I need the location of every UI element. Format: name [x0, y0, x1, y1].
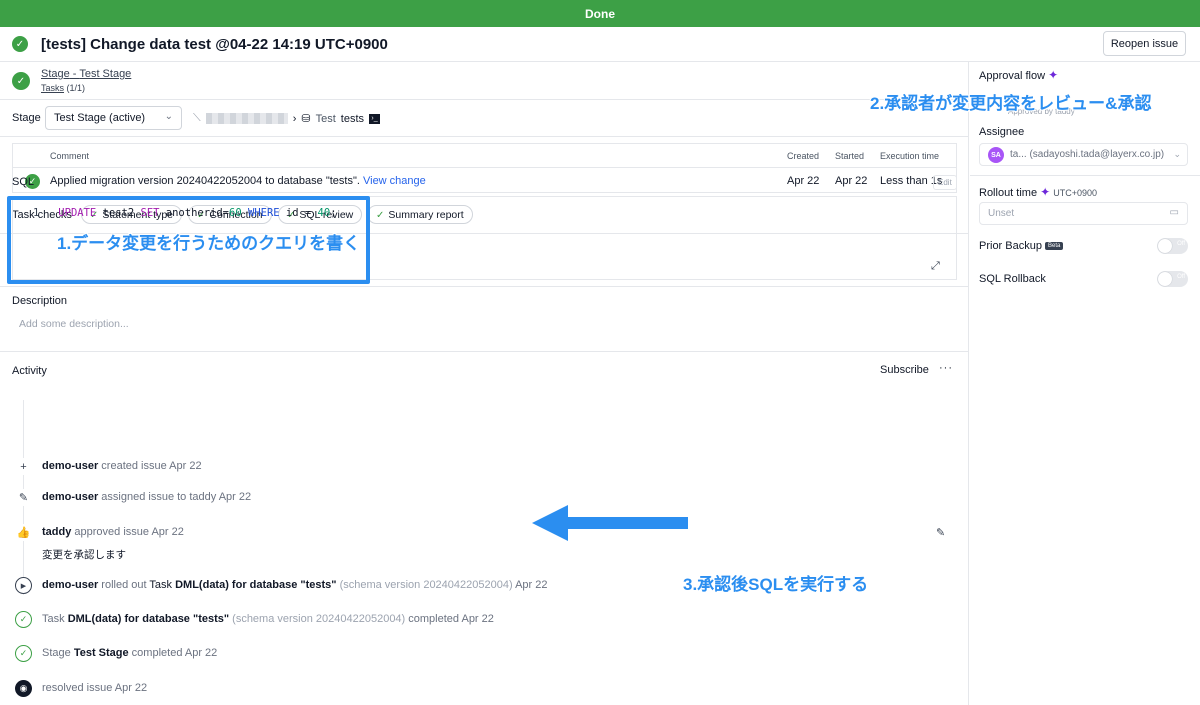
- sql-rollback-toggle[interactable]: Off: [1157, 271, 1188, 287]
- success-check-icon: ✓: [15, 611, 32, 628]
- database-icon: ⛁: [301, 113, 311, 125]
- prior-backup-toggle[interactable]: Off: [1157, 238, 1188, 254]
- chevron-down-icon: ⌄: [1173, 149, 1181, 159]
- avatar: SA: [988, 147, 1004, 163]
- rollout-time-input[interactable]: Unset ▭: [979, 202, 1188, 225]
- sparkle-icon: ✦: [1048, 68, 1059, 82]
- task-run-table: Comment Created Started Execution time ✓…: [12, 143, 957, 193]
- stage-select[interactable]: Test Stage (active) ⌄: [45, 106, 182, 130]
- activity-item: Stage Test Stage completed Apr 22: [42, 647, 218, 659]
- annotation-step2: 2.承認者が変更内容をレビュー&承認: [870, 94, 1152, 113]
- col-execution-time: Execution time: [880, 151, 940, 161]
- stage-label: Stage: [12, 112, 41, 124]
- description-input[interactable]: Add some description...: [19, 318, 129, 330]
- divider: [13, 167, 956, 168]
- sparkle-icon: ✦: [1040, 185, 1051, 199]
- thumbs-up-icon: 👍: [15, 524, 32, 541]
- divider: [970, 175, 1200, 176]
- edit-comment-icon[interactable]: ✎: [936, 526, 945, 539]
- status-banner: Done: [0, 0, 1200, 27]
- reopen-issue-button[interactable]: Reopen issue: [1103, 31, 1186, 56]
- rollout-time-label: Rollout time ✦ UTC+0900: [979, 185, 1098, 199]
- env-name: Test: [315, 112, 336, 125]
- bot-avatar-icon: ◉: [15, 680, 32, 697]
- sidebar: Approval flow ✦ Approved by taddy Assign…: [970, 62, 1200, 705]
- pencil-icon: ✎: [15, 489, 32, 506]
- tasks-link[interactable]: Tasks (1/1): [41, 83, 85, 93]
- col-comment: Comment: [50, 151, 90, 161]
- annotation-step3: 3.承認後SQLを実行する: [683, 575, 869, 594]
- plus-icon: +: [15, 458, 32, 475]
- assignee-select[interactable]: SA ta... (sadayoshi.tada@layerx.co.jp) ⌄: [979, 143, 1188, 166]
- database-name[interactable]: tests: [341, 113, 364, 125]
- stage-bar: ✓ Stage - Test Stage Tasks (1/1): [0, 62, 969, 100]
- run-comment: Applied migration version 20240422052004…: [50, 175, 426, 187]
- success-check-icon: ✓: [15, 645, 32, 662]
- done-check-icon: ✓: [12, 36, 28, 52]
- terminal-icon[interactable]: ›_: [369, 113, 381, 124]
- redacted-instance: [205, 113, 288, 124]
- branch-icon: ⟍: [193, 112, 201, 124]
- subscribe-button[interactable]: Subscribe: [880, 364, 929, 376]
- main-panel: ✓ Stage - Test Stage Tasks (1/1) Stage T…: [0, 62, 969, 705]
- assignee-label: Assignee: [979, 126, 1025, 138]
- stage-selector-row: Stage Test Stage (active) ⌄ ⟍ › ⛁ Test t…: [0, 101, 969, 137]
- expand-icon[interactable]: ⤢: [931, 260, 940, 273]
- approval-flow-label: Approval flow ✦: [979, 68, 1059, 82]
- sql-edit-button[interactable]: Edit: [933, 175, 957, 190]
- sql-rollback-label: SQL Rollback: [979, 273, 1046, 285]
- description-label: Description: [12, 295, 68, 307]
- chevron-right-icon: ›: [292, 112, 297, 125]
- stage-done-icon: ✓: [12, 72, 30, 90]
- annotation-step1: 1.データ変更を行うためのクエリを書く: [57, 234, 361, 253]
- issue-title: [tests] Change data test @04-22 14:19 UT…: [41, 36, 388, 53]
- description-section: Description Add some description...: [0, 286, 969, 352]
- activity-label: Activity: [12, 365, 47, 377]
- play-icon: ▶: [15, 577, 32, 594]
- annotation-arrow: [532, 505, 688, 541]
- col-started: Started: [835, 151, 865, 161]
- database-breadcrumb: ⟍ › ⛁ Test tests ›_: [193, 112, 381, 125]
- prior-backup-label: Prior Backup Beta: [979, 240, 1064, 252]
- beta-badge: Beta: [1044, 242, 1064, 251]
- sql-label: SQL: [12, 176, 35, 188]
- approval-comment: 変更を承認します: [42, 549, 126, 561]
- more-options-icon[interactable]: ···: [939, 362, 953, 374]
- stage-link[interactable]: Stage - Test Stage: [41, 68, 131, 80]
- issue-header: ✓ [tests] Change data test @04-22 14:19 …: [0, 27, 1200, 62]
- activity-item: taddy approved issue Apr 22: [42, 526, 184, 538]
- activity-item: demo-user assigned issue to taddy Apr 22: [42, 491, 252, 503]
- activity-item: demo-user rolled out Task DML(data) for …: [42, 579, 548, 591]
- chevron-down-icon: ⌄: [164, 111, 173, 122]
- col-created: Created: [787, 151, 820, 161]
- run-created: Apr 22: [787, 175, 820, 187]
- activity-item: demo-user created issue Apr 22: [42, 460, 202, 472]
- view-change-link[interactable]: View change: [363, 175, 426, 187]
- calendar-icon: ▭: [1169, 207, 1179, 218]
- activity-item: Task DML(data) for database "tests" (sch…: [42, 613, 494, 625]
- run-started: Apr 22: [835, 175, 868, 187]
- activity-item: resolved issue Apr 22: [42, 682, 148, 694]
